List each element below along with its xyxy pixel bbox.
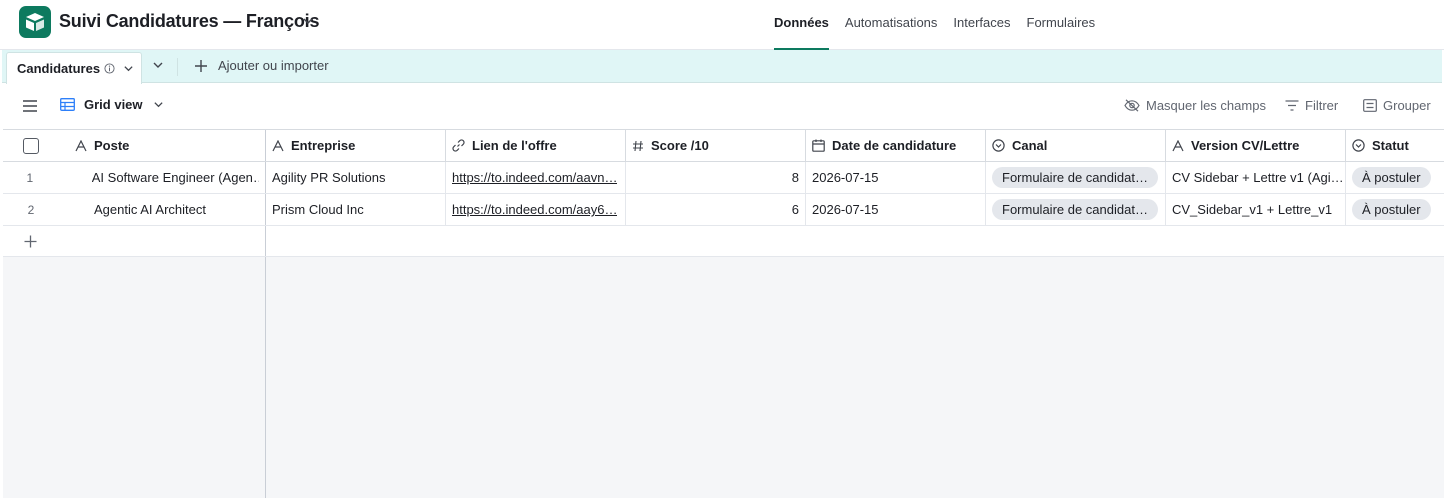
cell-text: AI Software Engineer (Agen… (91, 170, 259, 185)
column-label: Entreprise (291, 138, 356, 153)
info-icon[interactable] (104, 63, 115, 74)
plus-icon (24, 235, 37, 247)
view-name: Grid view (84, 97, 143, 112)
table-row[interactable]: 2 Agentic AI Architect Prism Cloud Inc h… (3, 194, 1444, 226)
cell-canal[interactable]: Formulaire de candidat… (986, 162, 1166, 193)
add-row-area[interactable] (266, 226, 1444, 256)
filter-button[interactable]: Filtrer (1285, 98, 1338, 113)
chevron-down-icon[interactable] (302, 15, 314, 27)
table-row[interactable]: 1 AI Software Engineer (Agen… Agility PR… (3, 162, 1444, 194)
single-select-icon (992, 139, 1005, 152)
column-label: Statut (1372, 138, 1409, 153)
column-label: Lien de l'offre (472, 138, 557, 153)
chevron-down-icon (153, 102, 163, 108)
hide-fields-label: Masquer les champs (1146, 98, 1266, 113)
main-nav: Données Automatisations Interfaces Formu… (774, 0, 1111, 50)
cell-canal[interactable]: Formulaire de candidat… (986, 194, 1166, 225)
hamburger-menu-icon[interactable] (23, 100, 37, 112)
group-icon (1363, 99, 1377, 112)
column-label: Score /10 (651, 138, 709, 153)
canal-pill: Formulaire de candidat… (992, 199, 1158, 220)
number-field-icon (633, 140, 643, 151)
column-header-date[interactable]: Date de candidature (806, 130, 986, 161)
column-label: Date de candidature (832, 138, 957, 153)
text-field-icon (75, 139, 87, 151)
status-badge: À postuler (1352, 199, 1431, 220)
cell-statut[interactable]: À postuler (1346, 194, 1444, 225)
plus-icon (195, 59, 207, 72)
nav-donnees[interactable]: Données (774, 0, 829, 50)
cell-poste[interactable]: 1 AI Software Engineer (Agen… (3, 162, 266, 193)
table-tabs-bar: Candidatures Ajouter ou importer (2, 50, 1442, 84)
base-logo-icon[interactable] (19, 6, 51, 38)
calendar-icon (812, 139, 825, 152)
nav-automatisations[interactable]: Automatisations (845, 0, 938, 50)
text-field-icon (1172, 139, 1184, 151)
column-header-version[interactable]: Version CV/Lettre (1166, 130, 1346, 161)
canal-pill: Formulaire de candidat… (992, 167, 1158, 188)
text-field-icon (272, 139, 284, 151)
cell-version[interactable]: CV Sidebar + Lettre v1 (Agi… (1166, 162, 1346, 193)
add-record-button[interactable] (3, 226, 266, 256)
column-header-canal[interactable]: Canal (986, 130, 1166, 161)
column-label: Poste (94, 138, 130, 153)
cell-score[interactable]: 8 (626, 162, 806, 193)
cell-date[interactable]: 2026-07-15 (806, 162, 986, 193)
cell-poste[interactable]: 2 Agentic AI Architect (3, 194, 266, 225)
chevron-down-icon[interactable] (123, 63, 134, 74)
cell-entreprise[interactable]: Agility PR Solutions (266, 162, 446, 193)
nav-interfaces[interactable]: Interfaces (953, 0, 1010, 50)
column-header-statut[interactable]: Statut (1346, 130, 1444, 161)
offer-link[interactable]: https://to.indeed.com/aay6… (452, 202, 617, 217)
cell-version[interactable]: CV_Sidebar_v1 + Lettre_v1 (1166, 194, 1346, 225)
cell-entreprise[interactable]: Prism Cloud Inc (266, 194, 446, 225)
column-label: Canal (1012, 138, 1048, 153)
column-header-poste[interactable]: Poste (3, 130, 266, 161)
eye-slash-icon (1124, 99, 1140, 112)
grid-view-icon (60, 98, 75, 111)
column-header-entreprise[interactable]: Entreprise (266, 130, 446, 161)
add-record-row[interactable] (3, 226, 1444, 257)
row-number: 2 (27, 202, 35, 217)
tab-candidatures[interactable]: Candidatures (6, 52, 142, 84)
select-all-checkbox[interactable] (23, 137, 39, 154)
app-header: Suivi Candidatures — François Données Au… (0, 0, 1444, 50)
add-import-label: Ajouter ou importer (218, 58, 329, 73)
cell-date[interactable]: 2026-07-15 (806, 194, 986, 225)
divider (177, 58, 178, 76)
single-select-icon (1352, 139, 1365, 152)
cell-lien[interactable]: https://to.indeed.com/aay6… (446, 194, 626, 225)
all-tables-chevron-icon[interactable] (152, 59, 164, 71)
filter-label: Filtrer (1305, 98, 1339, 113)
row-number: 1 (26, 170, 34, 185)
filter-icon (1285, 100, 1299, 111)
hide-fields-button[interactable]: Masquer les champs (1124, 98, 1266, 113)
base-title[interactable]: Suivi Candidatures — François (59, 11, 319, 32)
cell-lien[interactable]: https://to.indeed.com/aavn… (446, 162, 626, 193)
column-header-lien[interactable]: Lien de l'offre (446, 130, 626, 161)
data-grid: Poste Entreprise Lien de l'offre Score /… (3, 129, 1444, 498)
offer-link[interactable]: https://to.indeed.com/aavn… (452, 170, 617, 185)
tab-label: Candidatures (17, 61, 101, 76)
nav-formulaires[interactable]: Formulaires (1027, 0, 1096, 50)
column-header-score[interactable]: Score /10 (626, 130, 806, 161)
cell-statut[interactable]: À postuler (1346, 162, 1444, 193)
column-label: Version CV/Lettre (1191, 138, 1300, 153)
frozen-column-background (3, 257, 266, 498)
grid-header-row: Poste Entreprise Lien de l'offre Score /… (3, 129, 1444, 162)
view-switcher[interactable]: Grid view (60, 97, 164, 112)
group-button[interactable]: Grouper (1363, 98, 1431, 113)
cell-score[interactable]: 6 (626, 194, 806, 225)
view-toolbar: Grid view Masquer les champs Filtrer Gro… (0, 84, 1444, 129)
group-label: Grouper (1383, 98, 1431, 113)
link-icon (452, 139, 465, 152)
cell-text: Agentic AI Architect (94, 202, 207, 217)
add-or-import-button[interactable]: Ajouter ou importer (194, 58, 329, 73)
status-badge: À postuler (1352, 167, 1431, 188)
